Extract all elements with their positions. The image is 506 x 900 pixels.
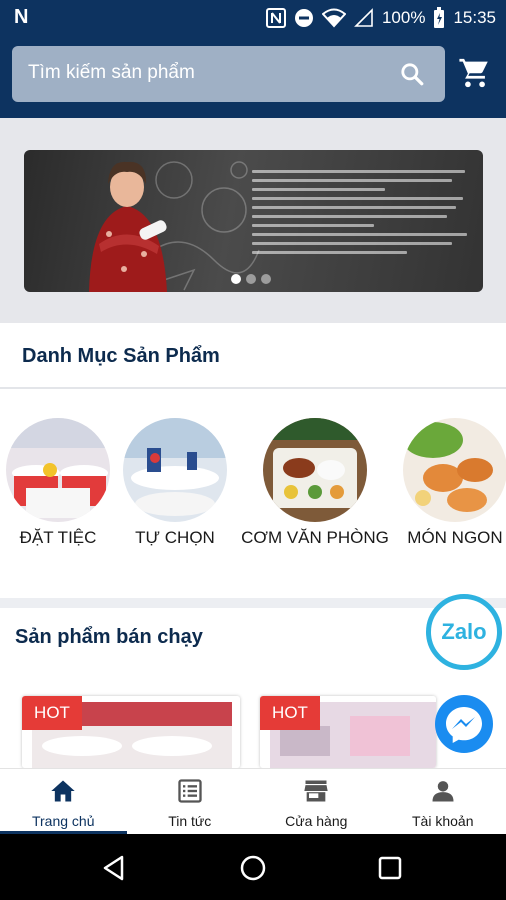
nav-label: Cửa hàng (285, 813, 348, 829)
category-label: MÓN NGON (407, 528, 503, 547)
do-not-disturb-icon (294, 9, 313, 27)
carousel-indicator[interactable] (231, 274, 271, 284)
category-image[interactable] (123, 418, 227, 522)
nav-item-store[interactable]: Cửa hàng (253, 769, 380, 834)
account-icon (432, 781, 454, 802)
nav-label: Tài khoản (412, 813, 474, 829)
messenger-chat-button[interactable] (435, 695, 493, 753)
signal-icon (354, 8, 373, 27)
battery-percent: 100% (381, 8, 426, 27)
battery-icon (434, 7, 445, 28)
best-sellers-title: Sản phẩm bán chạy (15, 626, 203, 648)
system-navigation-bar (0, 834, 506, 900)
zalo-chat-button[interactable]: Zalo (426, 594, 502, 670)
nav-label: Trang chủ (31, 813, 95, 829)
carousel-dot[interactable] (261, 274, 271, 284)
news-icon (178, 779, 202, 803)
search-icon[interactable] (399, 61, 425, 87)
cart-icon[interactable] (458, 56, 492, 90)
promo-banner[interactable] (24, 150, 483, 292)
carousel-dot[interactable] (231, 274, 241, 284)
product-card[interactable]: HOT (22, 696, 240, 768)
category-image[interactable] (403, 418, 506, 522)
category-image[interactable] (6, 418, 110, 522)
recents-icon[interactable] (376, 854, 404, 882)
clock: 15:35 (453, 8, 496, 27)
carousel-dot[interactable] (246, 274, 256, 284)
category-item-mon-ngon[interactable]: MÓN NGON (403, 418, 506, 548)
status-bar: N 100% 15:35 (0, 0, 506, 36)
category-label: CƠM VĂN PHÒNG (241, 528, 389, 547)
category-item-dat-tiec[interactable]: ĐẶT TIỆC (6, 418, 110, 548)
app-header: Tìm kiếm sản phẩm (0, 36, 506, 118)
hot-badge: HOT (22, 696, 82, 730)
category-item-tu-chon[interactable]: TỰ CHỌN (123, 418, 227, 548)
product-card[interactable]: HOT (260, 696, 436, 768)
back-icon[interactable] (100, 854, 128, 882)
status-icons: 100% 15:35 (265, 7, 496, 29)
category-item-com-van-phong[interactable]: CƠM VĂN PHÒNG (240, 418, 390, 548)
banner-text-block (252, 170, 474, 254)
nav-item-account[interactable]: Tài khoản (380, 769, 506, 834)
category-label: TỰ CHỌN (135, 528, 215, 547)
store-icon (304, 780, 328, 802)
banner-section (0, 118, 506, 323)
search-input[interactable]: Tìm kiếm sản phẩm (28, 62, 195, 84)
category-section: Danh Mục Sản Phẩm ĐẶT TIỆC TỰ CHỌN CƠM V… (0, 323, 506, 598)
home-icon (51, 780, 75, 802)
category-image[interactable] (263, 418, 367, 522)
nav-item-home[interactable]: Trang chủ (0, 769, 127, 834)
nfc-icon (265, 8, 286, 28)
category-label: ĐẶT TIỆC (19, 528, 97, 547)
zalo-label: Zalo (441, 619, 487, 644)
home-button-icon[interactable] (239, 854, 267, 882)
wifi-icon (321, 8, 346, 28)
search-bar[interactable]: Tìm kiếm sản phẩm (12, 46, 445, 102)
spokesperson-photo (89, 161, 167, 292)
category-section-title: Danh Mục Sản Phẩm (22, 345, 220, 367)
nav-item-news[interactable]: Tin tức (127, 769, 254, 834)
bottom-navigation: Trang chủ Tin tức Cửa hàng Tài khoản (0, 768, 506, 834)
hot-badge: HOT (260, 696, 320, 730)
divider (0, 387, 506, 389)
messenger-icon (446, 707, 482, 743)
nav-label: Tin tức (168, 813, 212, 829)
status-left-glyph: N (14, 6, 29, 28)
